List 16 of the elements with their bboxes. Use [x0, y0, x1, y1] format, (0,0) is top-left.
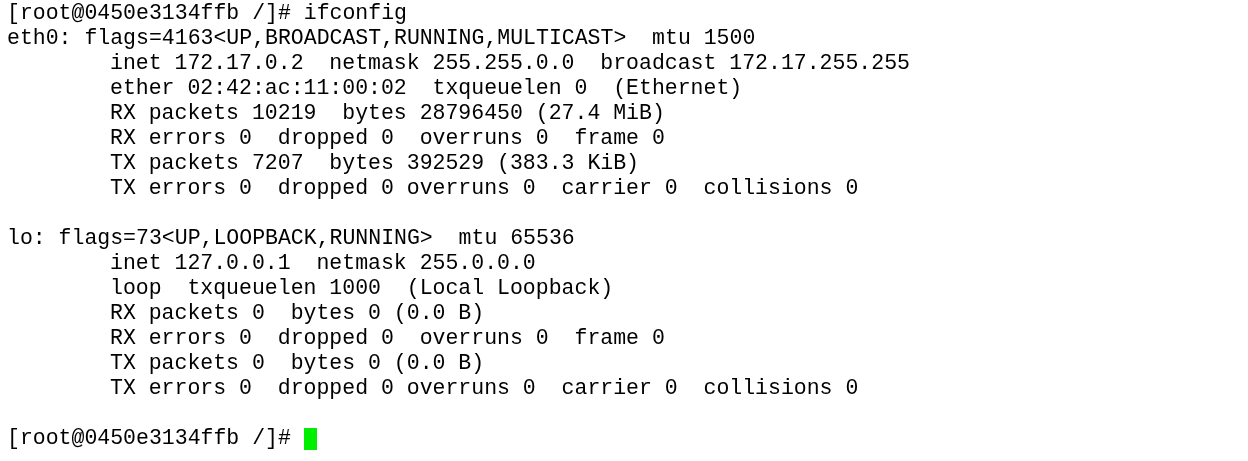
output-line: inet 172.17.0.2 netmask 255.255.0.0 broadcast 172.17.255.255: [110, 51, 910, 76]
output-line: TX errors 0 dropped 0 overruns 0 carrier 0 collisions 0: [110, 176, 859, 201]
output-line: RX errors 0 dropped 0 overruns 0 frame 0: [110, 326, 665, 351]
output-line: ether 02:42:ac:11:00:02 txqueuelen 0 (Ethernet): [110, 76, 743, 101]
shell-prompt: [root@0450e3134ffb /]#: [7, 426, 291, 451]
output-line: inet 127.0.0.1 netmask 255.0.0.0: [110, 251, 536, 276]
output-line: TX errors 0 dropped 0 overruns 0 carrier 0 collisions 0: [110, 376, 859, 401]
interface-header: lo: flags=73<UP,LOOPBACK,RUNNING> mtu 65536: [7, 226, 575, 251]
output-line: loop txqueuelen 1000 (Local Loopback): [110, 276, 614, 301]
interface-header: eth0: flags=4163<UP,BROADCAST,RUNNING,MULTICAST> mtu 1500: [7, 26, 756, 51]
output-line: RX errors 0 dropped 0 overruns 0 frame 0: [110, 126, 665, 151]
output-line: TX packets 0 bytes 0 (0.0 B): [110, 351, 485, 376]
output-line: RX packets 10219 bytes 28796450 (27.4 MiB): [110, 101, 665, 126]
output-line: RX packets 0 bytes 0 (0.0 B): [110, 301, 485, 326]
command-line: [root@0450e3134ffb /]# ifconfig: [7, 1, 407, 26]
output-line: TX packets 7207 bytes 392529 (383.3 KiB): [110, 151, 639, 176]
